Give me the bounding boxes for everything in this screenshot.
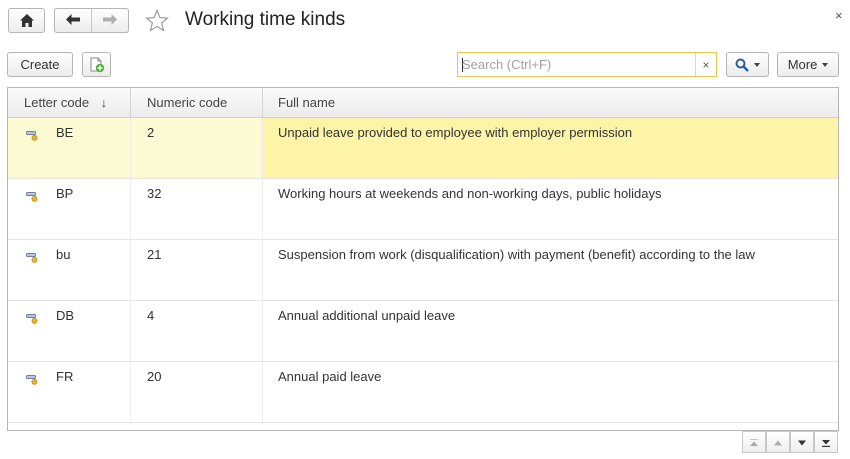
- add-document-icon: [89, 57, 105, 73]
- cell-full-name: Suspension from work (disqualification) …: [278, 247, 755, 262]
- cell-numeric-code: 4: [147, 308, 155, 323]
- home-icon: [19, 14, 34, 27]
- close-icon[interactable]: ×: [835, 8, 843, 23]
- cell-numeric-code: 20: [147, 369, 162, 384]
- cell-full-name: Annual paid leave: [278, 369, 382, 384]
- arrow-left-icon: [66, 13, 80, 28]
- cell-full-name: Annual additional unpaid leave: [278, 308, 456, 323]
- add-copy-button[interactable]: [82, 52, 111, 77]
- forward-button[interactable]: [91, 9, 128, 32]
- column-header-numeric-code[interactable]: Numeric code: [147, 88, 227, 118]
- chevron-down-icon: [822, 62, 829, 67]
- table-row[interactable]: BE 2 Unpaid leave provided to employee wit…: [8, 118, 838, 179]
- scroll-up-icon: [773, 435, 783, 450]
- search-options-button[interactable]: [726, 52, 769, 77]
- arrow-right-icon: [103, 13, 117, 28]
- cell-full-name: Working hours at weekends and non-workin…: [278, 186, 662, 201]
- favorite-star-icon[interactable]: [144, 8, 170, 33]
- cell-letter-code: BP: [56, 186, 74, 201]
- chevron-down-icon: [754, 62, 760, 67]
- cell-letter-code: DB: [56, 308, 75, 323]
- page-title: Working time kinds: [185, 9, 346, 30]
- scroll-to-bottom-button[interactable]: [814, 431, 838, 453]
- catalog-item-icon: [26, 129, 38, 144]
- cell-full-name: Unpaid leave provided to employee with e…: [278, 125, 633, 140]
- cell-letter-code: BE: [56, 125, 74, 140]
- scroll-to-top-icon: [749, 435, 759, 450]
- sort-descending-icon: ↓: [100, 95, 108, 110]
- cell-letter-code: FR: [56, 369, 74, 384]
- back-button[interactable]: [55, 9, 91, 32]
- cell-numeric-code: 21: [147, 247, 162, 262]
- search-input[interactable]: [458, 53, 695, 76]
- column-header-full-name[interactable]: Full name: [278, 88, 335, 118]
- catalog-item-icon: [26, 312, 38, 327]
- create-button[interactable]: Create: [7, 52, 73, 77]
- more-button[interactable]: More: [777, 52, 839, 77]
- history-navigation: [54, 8, 129, 33]
- table-row[interactable]: bu 21 Suspension from work (disqualificati…: [8, 240, 838, 301]
- table-header: Letter code ↓ Numeric code Full name: [8, 88, 838, 118]
- scroll-down-button[interactable]: [790, 431, 814, 453]
- search-clear-button[interactable]: ×: [695, 53, 716, 76]
- cell-numeric-code: 32: [147, 186, 162, 201]
- scroll-down-icon: [797, 435, 807, 450]
- home-button[interactable]: [8, 8, 45, 33]
- scroll-to-top-button[interactable]: [742, 431, 766, 453]
- catalog-item-icon: [26, 251, 38, 266]
- catalog-item-icon: [26, 190, 38, 205]
- search-field: ×: [457, 52, 717, 77]
- cell-numeric-code: 2: [147, 125, 155, 140]
- magnifier-icon: [735, 58, 749, 72]
- text-cursor: [462, 58, 463, 72]
- data-table: Letter code ↓ Numeric code Full name BE 2…: [7, 87, 839, 431]
- cell-letter-code: bu: [56, 247, 71, 262]
- table-row[interactable]: DB 4 Annual additional unpaid leave: [8, 301, 838, 362]
- table-row[interactable]: BP 32 Working hours at weekends and non-wo…: [8, 179, 838, 240]
- catalog-item-icon: [26, 373, 38, 388]
- more-label: More: [787, 57, 818, 72]
- column-header-letter-code[interactable]: Letter code ↓: [24, 88, 107, 118]
- scroll-to-bottom-icon: [821, 435, 831, 450]
- scroll-up-button[interactable]: [766, 431, 790, 453]
- table-row[interactable]: FR 20 Annual paid leave: [8, 362, 838, 423]
